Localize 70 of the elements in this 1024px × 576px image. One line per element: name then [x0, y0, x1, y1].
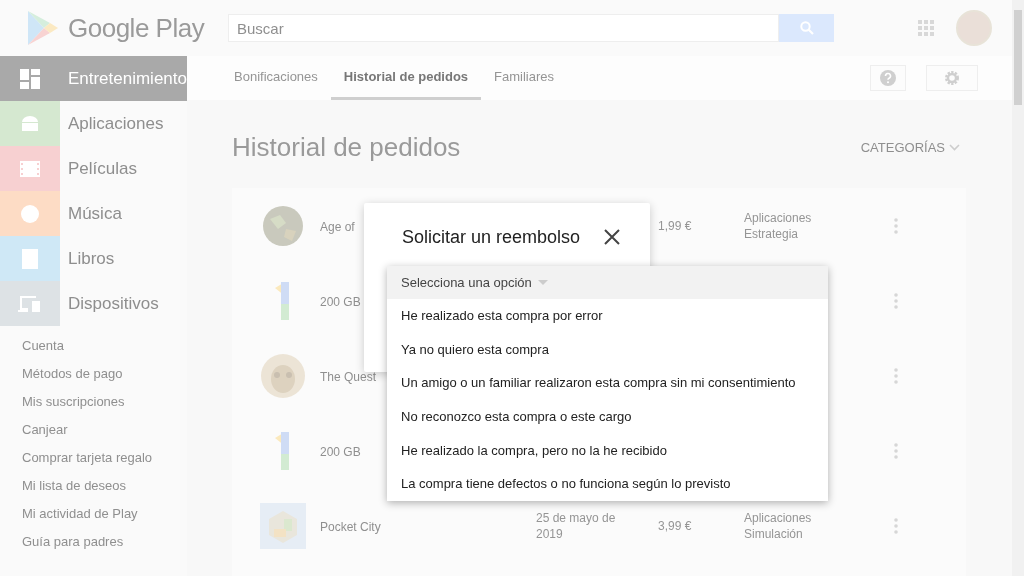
menu-option[interactable]: No reconozco esta compra o este cargo [387, 399, 828, 434]
sidebar-category[interactable]: Libros [0, 236, 187, 281]
price: 1,99 € [658, 218, 692, 233]
android-icon [20, 114, 40, 133]
settings-icon [944, 70, 960, 86]
sidebar-link[interactable]: Cuenta [22, 336, 187, 356]
logo-text: Google Play [68, 12, 205, 44]
menu-option[interactable]: Ya no quiero esta compra [387, 332, 828, 367]
devices-icon [18, 295, 42, 312]
app-category: Estrategia [744, 225, 800, 242]
menu-option[interactable]: He realizado esta compra por error [387, 299, 828, 333]
close-icon [602, 227, 622, 247]
city-icon [260, 502, 306, 549]
app-category: Aplicaciones [744, 209, 813, 226]
app-name: 200 GB [320, 294, 361, 309]
more-options-icon[interactable] [894, 217, 898, 234]
app-name: The Quest [320, 369, 377, 384]
menu-option[interactable]: La compra tiene defectos o no funciona según lo previsto [387, 466, 828, 501]
search-icon [799, 21, 814, 35]
sidebar-category[interactable]: Entretenimiento [0, 56, 187, 101]
scrollbar-thumb[interactable] [1014, 10, 1022, 105]
more-options-icon[interactable] [894, 292, 898, 309]
book-icon [22, 248, 38, 269]
chevron-down-icon [949, 143, 960, 151]
dialog-title: Solicitar un reembolso [402, 227, 581, 248]
sidebar-link[interactable]: Mi lista de deseos [22, 476, 187, 496]
app-name: Pocket City [320, 519, 381, 534]
sidebar-category[interactable]: Música [0, 191, 187, 236]
film-icon [20, 160, 40, 177]
sidebar-category[interactable]: Aplicaciones [0, 101, 187, 146]
sidebar-category[interactable]: Dispositivos [0, 281, 187, 326]
order-date: 25 de mayo de [536, 509, 617, 526]
order-date: 2019 [536, 525, 564, 542]
app-category: Aplicaciones [744, 509, 813, 526]
page-title: Historial de pedidos [232, 131, 461, 163]
avatar[interactable] [956, 10, 992, 46]
skull-mask-icon [260, 352, 306, 399]
more-options-icon[interactable] [894, 442, 898, 459]
price: 3,99 € [658, 518, 692, 533]
menu-option[interactable]: Un amigo o un familiar realizaron esta compra sin mi consentimiento [387, 366, 828, 400]
search-button[interactable] [779, 14, 834, 42]
sidebar-category[interactable]: Películas [0, 146, 187, 191]
grid-icon [19, 68, 40, 89]
sidebar-link[interactable]: Mis suscripciones [22, 392, 187, 412]
close-button[interactable] [602, 227, 622, 247]
sidebar-link[interactable]: Canjear [22, 420, 187, 440]
sidebar-link[interactable]: Mi actividad de Play [22, 504, 187, 524]
apps-grid-icon[interactable] [918, 20, 934, 36]
app-name: Age of [320, 219, 355, 234]
help-icon [880, 70, 896, 86]
app-name: 200 GB [320, 444, 361, 459]
search-field[interactable]: Buscar [228, 14, 779, 42]
app-category: Simulación [744, 525, 804, 542]
help-button[interactable] [870, 65, 906, 91]
sidebar-link[interactable]: Comprar tarjeta regalo [22, 448, 187, 468]
globe-icon [262, 204, 304, 247]
tab[interactable]: Familiares [481, 56, 568, 100]
menu-option[interactable]: He realizado la compra, pero no la he recibido [387, 433, 828, 467]
dropdown-header[interactable]: Selecciona una opción [387, 266, 828, 299]
more-options-icon[interactable] [894, 517, 898, 534]
categories-dropdown[interactable]: CATEGORÍAS [854, 138, 966, 156]
play-logo-icon [28, 11, 60, 45]
sidebar-link[interactable]: Guía para padres [22, 532, 187, 552]
tab[interactable]: Bonificaciones [221, 56, 331, 100]
dropdown-placeholder: Selecciona una opción [401, 275, 532, 290]
more-options-icon[interactable] [894, 367, 898, 384]
sidebar-link[interactable]: Métodos de pago [22, 364, 187, 384]
settings-button[interactable] [926, 65, 978, 91]
caret-icon [537, 280, 548, 285]
tab[interactable]: Historial de pedidos [330, 56, 482, 100]
